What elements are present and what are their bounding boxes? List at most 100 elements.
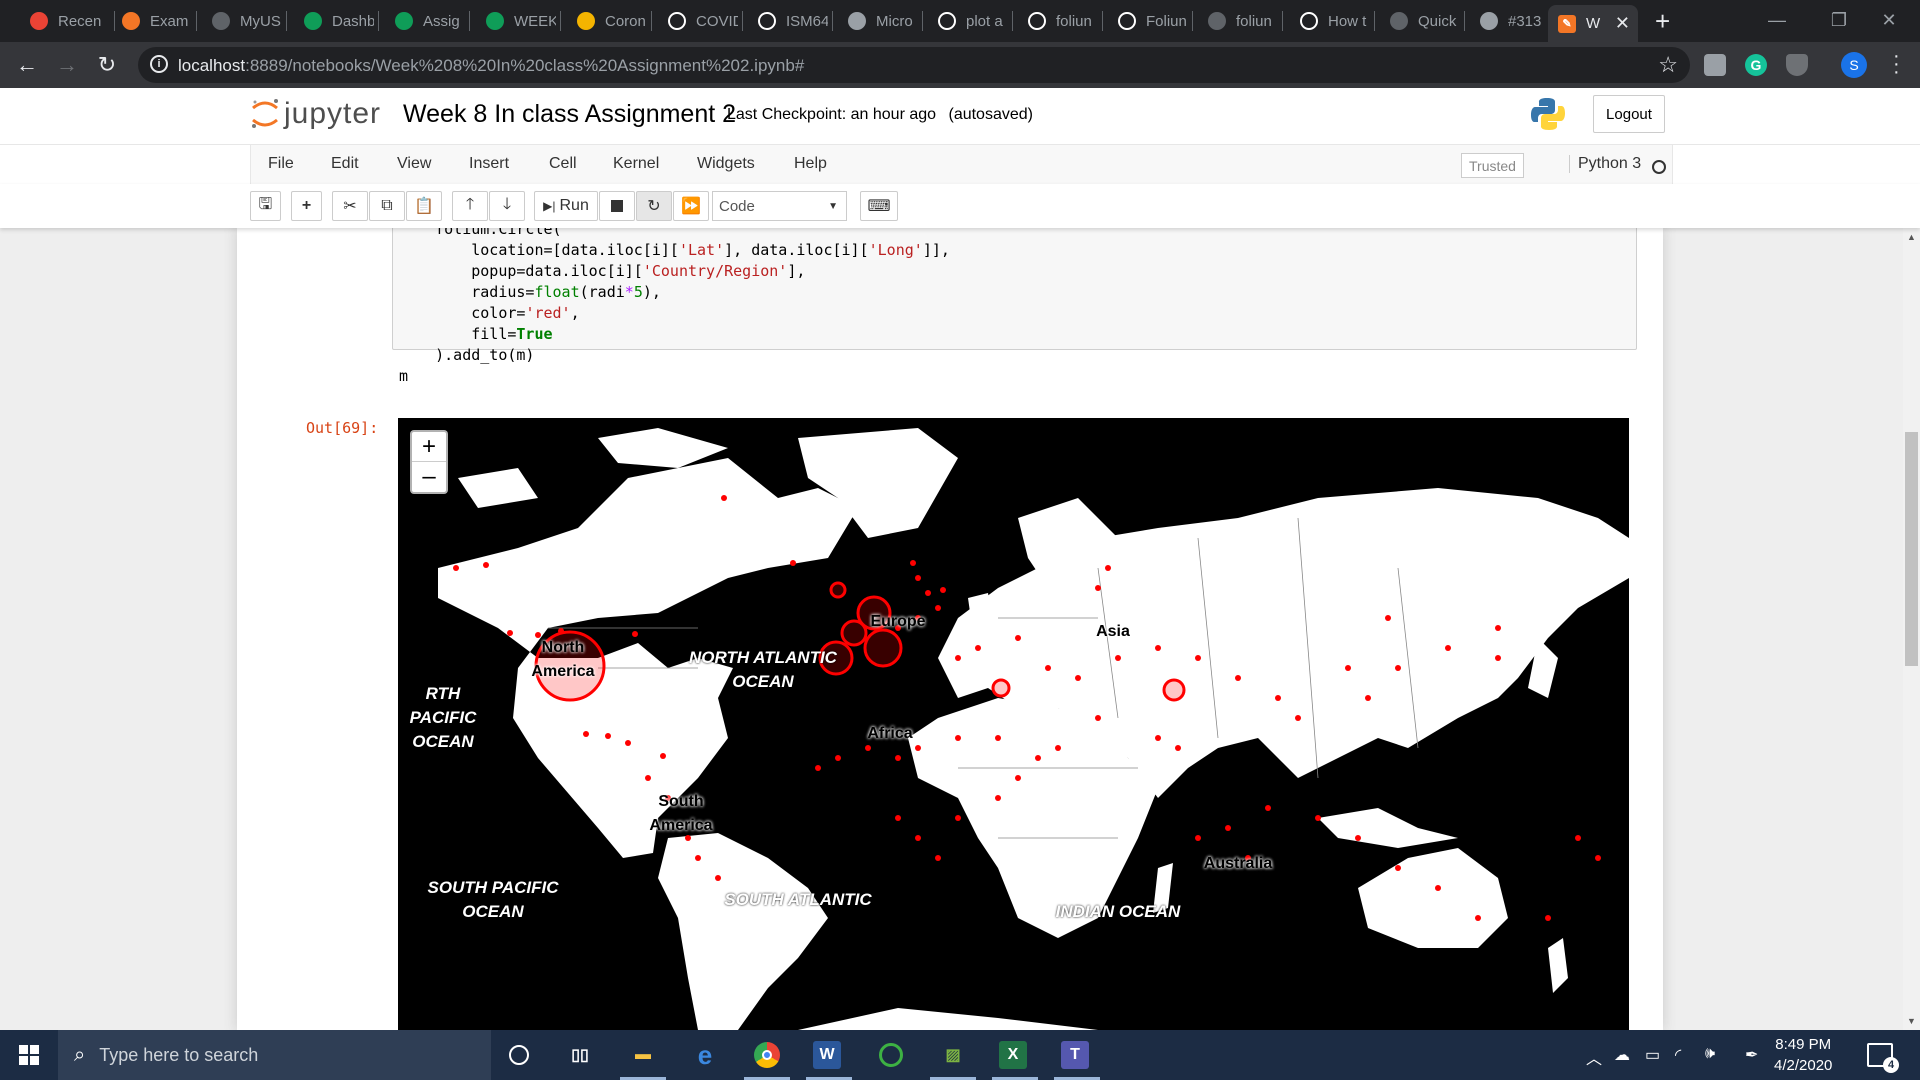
bookmark-star-icon[interactable]: ☆ (1658, 52, 1678, 78)
case-circle-small[interactable] (955, 655, 961, 661)
case-circle-small[interactable] (1495, 625, 1501, 631)
browser-tab[interactable]: #313 (1470, 7, 1550, 35)
case-circle-large[interactable] (829, 581, 847, 599)
browser-tab[interactable]: MyUS (202, 7, 282, 35)
teams-icon[interactable]: T (1061, 1041, 1089, 1069)
browser-tab[interactable]: Foliun (1108, 7, 1188, 35)
case-circle-small[interactable] (1095, 585, 1101, 591)
word-icon[interactable]: W (813, 1041, 841, 1069)
code-editor[interactable]: folium.Circle( location=[data.iloc[i]['L… (399, 228, 950, 387)
case-circle-small[interactable] (605, 733, 611, 739)
close-tab-icon[interactable]: ✕ (1615, 13, 1630, 34)
browser-menu-icon[interactable]: · · · (1893, 46, 1900, 82)
browser-tab[interactable]: How t (1290, 7, 1370, 35)
case-circle-small[interactable] (1395, 865, 1401, 871)
file-explorer-icon[interactable]: ▬ (627, 1039, 659, 1071)
menu-widgets[interactable]: Widgets (697, 155, 755, 173)
case-circle-small[interactable] (955, 815, 961, 821)
scroll-up-arrow[interactable]: ▲ (1907, 232, 1916, 242)
extension-icon[interactable] (1704, 54, 1726, 76)
case-circle-small[interactable] (1575, 835, 1581, 841)
browser-tab[interactable]: Coron (567, 7, 647, 35)
case-circle-small[interactable] (1035, 755, 1041, 761)
profile-avatar[interactable]: S (1841, 52, 1867, 78)
case-circle-small[interactable] (558, 628, 564, 634)
move-up-button[interactable]: 🡑 (452, 191, 488, 221)
case-circle-small[interactable] (1295, 715, 1301, 721)
case-circle-small[interactable] (1195, 835, 1201, 841)
logout-button[interactable]: Logout (1593, 95, 1665, 133)
case-circle-small[interactable] (940, 587, 946, 593)
browser-tab[interactable]: WEEK (476, 7, 556, 35)
pen-workspace-icon[interactable]: ✒ (1745, 1045, 1758, 1065)
case-circle-small[interactable] (453, 565, 459, 571)
browser-tab[interactable]: Recen (20, 7, 110, 35)
case-circle-large[interactable] (863, 628, 903, 668)
onedrive-icon[interactable]: ☁ (1614, 1045, 1630, 1065)
notification-center-icon[interactable]: 4 (1867, 1043, 1899, 1073)
restart-kernel-button[interactable]: ↻ (636, 191, 672, 221)
notebook-title[interactable]: Week 8 In class Assignment 2 (403, 100, 736, 129)
move-down-button[interactable]: 🡓 (489, 191, 525, 221)
case-circle-small[interactable] (1355, 835, 1361, 841)
case-circle-small[interactable] (1155, 735, 1161, 741)
case-circle-small[interactable] (1435, 885, 1441, 891)
save-button[interactable]: 🖫 (250, 191, 281, 221)
case-circle-small[interactable] (1105, 565, 1111, 571)
command-palette-button[interactable]: ⌨ (860, 191, 898, 221)
browser-tab[interactable]: ISM64 (748, 7, 828, 35)
case-circle-small[interactable] (835, 755, 841, 761)
folium-map[interactable]: + – NORTH ATLANTIC OCEAN RTH PACIFIC OCEAN… (398, 418, 1629, 1030)
menu-insert[interactable]: Insert (469, 155, 509, 173)
case-circle-large[interactable] (840, 619, 868, 647)
scrollbar-thumb[interactable] (1905, 432, 1918, 666)
case-circle-small[interactable] (695, 855, 701, 861)
menu-help[interactable]: Help (794, 155, 827, 173)
case-circle-small[interactable] (1015, 775, 1021, 781)
case-circle-small[interactable] (935, 605, 941, 611)
case-circle-small[interactable] (1225, 825, 1231, 831)
case-circle-small[interactable] (1475, 915, 1481, 921)
case-circle-small[interactable] (1345, 665, 1351, 671)
start-button[interactable] (0, 1030, 58, 1080)
browser-tab[interactable]: foliun (1018, 7, 1098, 35)
back-button[interactable]: ← (12, 50, 42, 80)
case-circle-small[interactable] (925, 590, 931, 596)
case-circle-small[interactable] (1385, 615, 1391, 621)
cut-button[interactable]: ✂ (332, 191, 368, 221)
case-circle-small[interactable] (645, 775, 651, 781)
case-circle-small[interactable] (1365, 695, 1371, 701)
anaconda-icon[interactable] (875, 1039, 907, 1071)
case-circle-small[interactable] (895, 815, 901, 821)
close-window-button[interactable]: ✕ (1858, 0, 1920, 40)
wifi-icon[interactable]: ◜ (1675, 1045, 1681, 1065)
browser-tab[interactable]: Quick (1380, 7, 1460, 35)
forward-button[interactable]: → (52, 50, 82, 80)
address-bar[interactable]: i localhost:8889/notebooks/Week%208%20In… (138, 47, 1690, 83)
menu-file[interactable]: File (268, 155, 294, 173)
zoom-in-button[interactable]: + (412, 432, 446, 462)
case-circle-small[interactable] (632, 631, 638, 637)
browser-tab[interactable]: Micro (838, 7, 918, 35)
case-circle-small[interactable] (1045, 665, 1051, 671)
case-circle-small[interactable] (507, 630, 513, 636)
insert-cell-button[interactable]: + (291, 191, 322, 221)
case-circle-small[interactable] (790, 560, 796, 566)
menu-view[interactable]: View (397, 155, 431, 173)
case-circle-small[interactable] (1265, 805, 1271, 811)
case-circle-small[interactable] (935, 855, 941, 861)
code-cell-input[interactable]: folium.Circle( location=[data.iloc[i]['L… (392, 228, 1637, 385)
case-circle-small[interactable] (1115, 655, 1121, 661)
case-circle-small[interactable] (1175, 745, 1181, 751)
case-circle-small[interactable] (910, 560, 916, 566)
gallery-icon[interactable]: ▨ (937, 1039, 969, 1071)
case-circle-small[interactable] (715, 875, 721, 881)
zoom-out-button[interactable]: – (412, 462, 446, 492)
browser-tab[interactable]: plot a (928, 7, 1008, 35)
case-circle-small[interactable] (1595, 855, 1601, 861)
browser-tab[interactable]: foliun (1198, 7, 1278, 35)
case-circle-large[interactable] (991, 678, 1011, 698)
case-circle-small[interactable] (995, 795, 1001, 801)
menu-kernel[interactable]: Kernel (613, 155, 659, 173)
case-circle-small[interactable] (1015, 635, 1021, 641)
